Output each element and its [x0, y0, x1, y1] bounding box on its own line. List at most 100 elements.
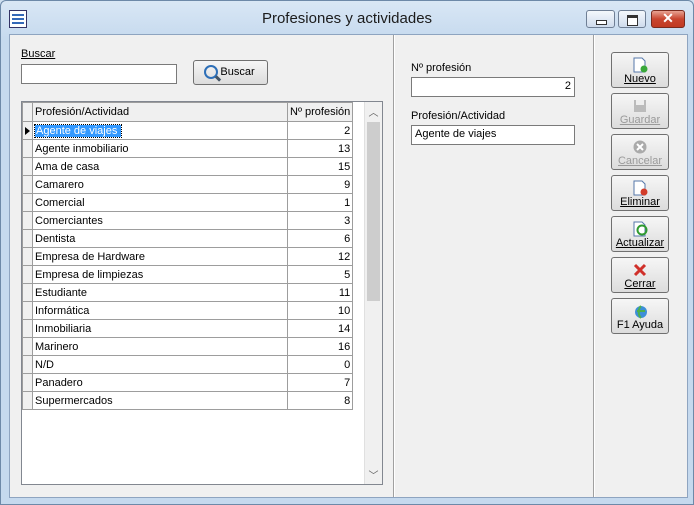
cell-name-text: Ama de casa [35, 160, 100, 173]
table-row[interactable]: Comerciantes 3 [22, 211, 354, 230]
cell-name[interactable]: Estudiante [32, 283, 288, 302]
guardar-button[interactable]: Guardar [611, 93, 669, 129]
table-row[interactable]: Empresa de Hardware 12 [22, 247, 354, 266]
ayuda-label: F1 Ayuda [616, 319, 664, 331]
detail-num-field[interactable]: 2 [411, 77, 575, 97]
cell-number[interactable]: 1 [286, 193, 354, 212]
help-globe-icon [635, 305, 647, 319]
cell-name[interactable]: N/D [32, 355, 288, 374]
column-header-number[interactable]: Nº profesión [286, 102, 354, 122]
cell-name[interactable]: Ama de casa [32, 157, 288, 176]
title-bar[interactable]: Profesiones y actividades ✕ [1, 1, 693, 34]
close-window-button[interactable]: ✕ [651, 10, 685, 28]
cell-number[interactable]: 12 [286, 247, 354, 266]
cell-name[interactable]: Empresa de limpiezas [32, 265, 288, 284]
table-row[interactable]: Panadero 7 [22, 373, 354, 392]
scroll-down-icon[interactable]: ﹀ [365, 467, 382, 482]
table-row[interactable]: Inmobiliaria 14 [22, 319, 354, 338]
table-row[interactable]: Supermercados 8 [22, 391, 354, 410]
cell-name[interactable]: Camarero [32, 175, 288, 194]
table-row[interactable]: Dentista 6 [22, 229, 354, 248]
detail-name-field[interactable]: Agente de viajes [411, 125, 575, 145]
cell-name[interactable]: Comerciantes [32, 211, 288, 230]
cancel-icon [633, 140, 647, 154]
table-row[interactable]: Informática 10 [22, 301, 354, 320]
row-indicator[interactable] [22, 391, 33, 410]
cell-name-text: Inmobiliaria [35, 322, 92, 335]
cell-name[interactable]: Agente de viajes [32, 121, 288, 140]
cell-number[interactable]: 5 [286, 265, 354, 284]
maximize-button[interactable] [618, 10, 646, 28]
cell-number[interactable]: 9 [286, 175, 354, 194]
new-document-icon [633, 57, 648, 73]
cell-number[interactable]: 6 [286, 229, 354, 248]
table-row[interactable]: N/D 0 [22, 355, 354, 374]
scroll-thumb[interactable] [367, 122, 380, 301]
cell-number[interactable]: 2 [286, 121, 354, 140]
ayuda-button[interactable]: F1 Ayuda [611, 298, 669, 334]
row-indicator[interactable] [22, 211, 33, 230]
eliminar-button[interactable]: Eliminar [611, 175, 669, 211]
row-indicator[interactable] [22, 319, 33, 338]
cell-name[interactable]: Agente inmobiliario [32, 139, 288, 158]
cell-name[interactable]: Dentista [32, 229, 288, 248]
cell-number[interactable]: 15 [286, 157, 354, 176]
table-row[interactable]: Camarero 9 [22, 175, 354, 194]
cancelar-label: Cancelar [617, 155, 663, 167]
cell-name[interactable]: Marinero [32, 337, 288, 356]
table-row[interactable]: Agente de viajes 2 [22, 121, 354, 140]
row-indicator[interactable] [22, 301, 33, 320]
cell-name[interactable]: Informática [32, 301, 288, 320]
cell-number[interactable]: 8 [286, 391, 354, 410]
cell-number[interactable]: 16 [286, 337, 354, 356]
table-row[interactable]: Empresa de limpiezas 5 [22, 265, 354, 284]
cell-name[interactable]: Comercial [32, 193, 288, 212]
delete-document-icon [633, 180, 648, 196]
cancelar-button[interactable]: Cancelar [611, 134, 669, 170]
row-indicator[interactable] [22, 121, 33, 140]
row-indicator[interactable] [22, 247, 33, 266]
close-icon: ✕ [662, 10, 674, 26]
cell-name-text: Comercial [35, 196, 85, 209]
row-indicator[interactable] [22, 139, 33, 158]
actualizar-button[interactable]: Actualizar [611, 216, 669, 252]
cell-number[interactable]: 7 [286, 373, 354, 392]
cell-number[interactable]: 14 [286, 319, 354, 338]
search-input[interactable] [21, 64, 177, 84]
cell-name-text: Supermercados [35, 394, 113, 407]
nuevo-button[interactable]: Nuevo [611, 52, 669, 88]
row-indicator[interactable] [22, 175, 33, 194]
cell-name[interactable]: Panadero [32, 373, 288, 392]
row-indicator[interactable] [22, 373, 33, 392]
cell-name-text: Empresa de Hardware [35, 250, 146, 263]
cell-name[interactable]: Empresa de Hardware [32, 247, 288, 266]
professions-grid[interactable]: Profesión/Actividad Nº profesión Agente … [21, 101, 383, 485]
grid-scrollbar[interactable]: ︿ ﹀ [364, 102, 382, 484]
minimize-button[interactable] [586, 10, 615, 28]
row-indicator[interactable] [22, 157, 33, 176]
cell-number[interactable]: 3 [286, 211, 354, 230]
cell-number[interactable]: 13 [286, 139, 354, 158]
row-indicator[interactable] [22, 337, 33, 356]
guardar-label: Guardar [619, 114, 661, 126]
scroll-up-icon[interactable]: ︿ [365, 104, 382, 119]
cell-number[interactable]: 10 [286, 301, 354, 320]
cerrar-button[interactable]: Cerrar [611, 257, 669, 293]
table-row[interactable]: Marinero 16 [22, 337, 354, 356]
cell-number[interactable]: 11 [286, 283, 354, 302]
cell-name[interactable]: Inmobiliaria [32, 319, 288, 338]
column-header-name[interactable]: Profesión/Actividad [32, 102, 288, 122]
cell-name[interactable]: Supermercados [32, 391, 288, 410]
cell-number[interactable]: 0 [286, 355, 354, 374]
search-button-label: Buscar [220, 66, 255, 78]
search-button[interactable]: Buscar [193, 60, 268, 85]
row-indicator[interactable] [22, 265, 33, 284]
row-indicator[interactable] [22, 229, 33, 248]
table-row[interactable]: Ama de casa 15 [22, 157, 354, 176]
table-row[interactable]: Agente inmobiliario 13 [22, 139, 354, 158]
row-indicator[interactable] [22, 355, 33, 374]
table-row[interactable]: Estudiante 11 [22, 283, 354, 302]
row-indicator[interactable] [22, 283, 33, 302]
table-row[interactable]: Comercial 1 [22, 193, 354, 212]
row-indicator[interactable] [22, 193, 33, 212]
